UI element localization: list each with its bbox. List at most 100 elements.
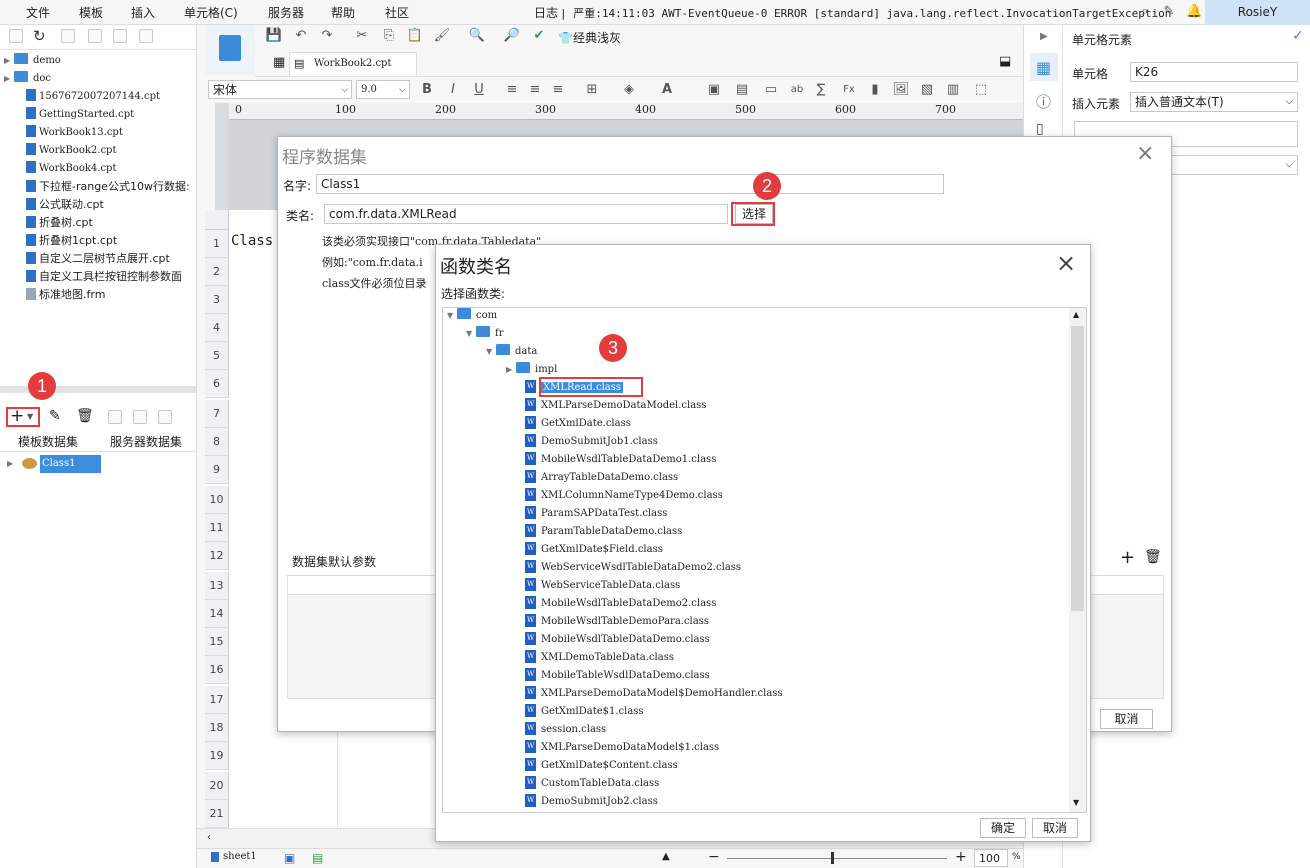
class-item[interactable]: session.class [525,721,606,739]
row-header[interactable]: 1 [205,230,229,258]
preview-icon[interactable] [108,410,122,424]
tree-file[interactable]: 自定义二层树节点展开.cpt [26,250,170,268]
row-header[interactable]: 16 [205,656,229,684]
tree-file[interactable]: 折叠树.cpt [26,214,93,232]
row-header[interactable]: 9 [205,456,229,484]
redo-icon[interactable]: ↷ [318,27,336,45]
class-item[interactable]: DemoSubmitJob2.class [525,793,658,811]
row-header[interactable]: 15 [205,628,229,656]
tree-folder-doc[interactable]: ▶ doc [4,70,51,88]
tree-file[interactable]: WorkBook4.cpt [26,160,116,178]
corner-cell[interactable] [205,210,229,230]
chevron-right-icon[interactable]: ▶ [1040,31,1048,42]
cell-input[interactable]: K26 [1130,62,1298,82]
close-icon[interactable]: × [1136,141,1154,166]
add-poly-sheet-icon[interactable]: ▤ [312,851,323,865]
attr-icon[interactable]: ⓘ [1036,91,1051,112]
save-icon[interactable]: 💾 [265,27,283,45]
bold-icon[interactable]: B [418,81,436,99]
tree-file[interactable]: 折叠树1cpt.cpt [26,232,117,250]
search-icon[interactable]: ⌕ [1137,4,1153,20]
tree-node-data[interactable]: ▼ data [486,343,537,361]
class-item[interactable]: XMLColumnNameType4Demo.class [525,487,723,505]
image-icon[interactable]: 🖼 [892,81,910,99]
cell-element-tab[interactable]: ▦ [1030,53,1058,81]
row-header[interactable]: 10 [205,486,229,514]
dataset-icon[interactable] [133,410,147,424]
add-icon[interactable]: + [10,406,24,426]
class-item[interactable]: MobileTableWsdlDataDemo.class [525,667,710,685]
edit-icon[interactable]: ✎ [49,408,61,424]
tree-file[interactable]: 自定义工具栏按钮控制参数面 [26,268,182,286]
class-item[interactable]: GetXmlDate$Content.class [525,757,678,775]
tree-node-com[interactable]: ▼ com [447,307,497,325]
formula-icon[interactable]: ∑ [812,81,830,99]
class-item[interactable]: XMLParseDemoDataModel$1.class [525,739,719,757]
chevron-down-icon[interactable]: ▼ [27,412,33,421]
row-header[interactable]: 17 [205,686,229,714]
db-icon[interactable] [158,410,172,424]
refresh-icon[interactable]: ↻ [33,27,46,45]
cell-a1[interactable]: Class [231,233,273,249]
dataset-name[interactable]: Class1 [40,455,101,473]
tree-file[interactable]: 下拉框-range公式10w行数据: [26,178,190,196]
chevron-left-icon[interactable]: ‹ [207,832,211,843]
row-header[interactable]: 6 [205,370,229,398]
row-header[interactable]: 2 [205,258,229,286]
zoom-slider[interactable] [727,858,947,859]
fill-color-icon[interactable]: ◈ [620,81,638,99]
align-right-icon[interactable]: ≡ [549,81,567,99]
new-icon[interactable] [9,29,23,43]
class-item[interactable]: MobileWsdlTableDemoPara.class [525,613,709,631]
row-header[interactable]: 20 [205,772,229,800]
sheet-tab[interactable]: sheet1 [223,851,257,862]
chevron-up-icon[interactable]: ▲ [1073,310,1079,319]
close-icon[interactable]: × [1056,249,1076,277]
scroll-thumb[interactable] [1071,326,1084,611]
find-icon[interactable]: 🔍 [468,27,486,45]
tab-server-dataset[interactable]: 服务器数据集 [110,433,182,450]
menu-file[interactable]: 文件 [26,4,50,21]
row-header[interactable]: 11 [205,514,229,542]
zoom-input[interactable]: 100 [974,849,1008,867]
align-center-icon[interactable]: ≡ [526,81,544,99]
tree-file[interactable]: GettingStarted.cpt [26,106,134,124]
tree-file[interactable]: 公式联动.cpt [26,196,104,214]
widget-icon[interactable]: ▯ [1036,121,1044,137]
tree-node-fr[interactable]: ▼ fr [466,325,503,343]
row-header[interactable]: 3 [205,286,229,314]
font-color-icon[interactable]: A [658,81,676,99]
class-item[interactable]: WebServiceTableData.class [525,577,680,595]
class-item[interactable]: ParamSAPDataTest.class [525,505,667,523]
tree-file[interactable]: 1567672007207144.cpt [26,88,160,106]
dataset-item[interactable]: ▶ Class1 [5,455,101,473]
class-item[interactable]: MobileWsdlTableDataDemo.class [525,631,710,649]
tree-folder-demo[interactable]: ▶ demo [4,52,61,70]
cancel-button[interactable]: 取消 [1032,818,1078,838]
class-item[interactable]: DemoSubmitJob1.class [525,433,658,451]
class-item[interactable]: GetXmlDate$Field.class [525,541,663,559]
row-header[interactable]: 13 [205,572,229,600]
row-header[interactable]: 5 [205,342,229,370]
row-header[interactable]: 19 [205,742,229,770]
pin-icon[interactable]: ✓ [1292,28,1304,44]
row-header[interactable]: 4 [205,314,229,342]
preview-icon[interactable]: 🔎 [503,27,521,45]
log-label[interactable]: 日志 [534,4,558,21]
menu-insert[interactable]: 插入 [131,4,155,21]
class-item[interactable]: WebServiceWsdlTableDataDemo2.class [525,559,741,577]
menu-cell[interactable]: 单元格(C) [184,4,238,21]
add-icon[interactable]: + [1120,547,1135,568]
sub-report-icon[interactable]: ▧ [918,81,936,99]
template-panel-toggle[interactable] [205,25,255,75]
tab-template-dataset[interactable]: 模板数据集 [18,433,78,450]
more-icon[interactable]: ⬚ [972,81,990,99]
zoom-in-icon[interactable]: + [955,849,967,865]
chevron-up-icon[interactable]: ▲ [662,851,670,862]
chart-icon[interactable]: ▮ [866,81,884,99]
class-input[interactable]: com.fr.data.XMLRead [324,204,728,224]
border-icon[interactable]: ⊞ [583,81,601,99]
row-header[interactable]: 7 [205,400,229,428]
class-item[interactable]: GetXmlDate$1.class [525,703,644,721]
add-sheet-icon[interactable]: ▣ [284,851,295,865]
